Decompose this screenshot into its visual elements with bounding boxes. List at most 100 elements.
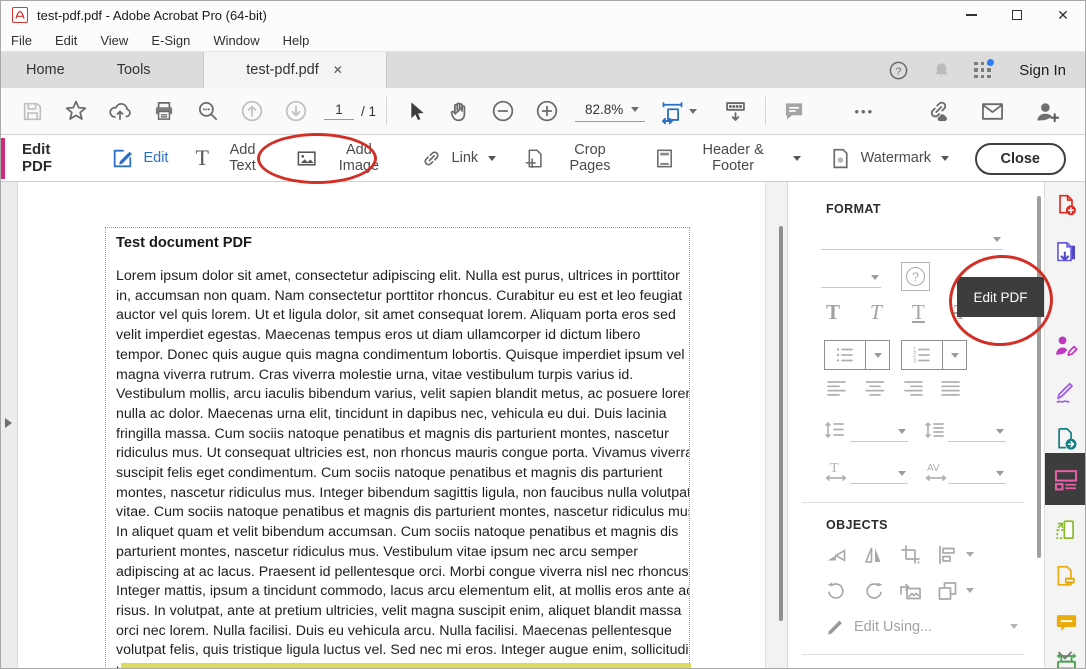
- panel-scrollbar-thumb[interactable]: [1037, 196, 1041, 558]
- rail-more-tools[interactable]: [1044, 642, 1086, 669]
- link-button[interactable]: Link: [419, 146, 497, 171]
- flip-horizontal-button[interactable]: [862, 544, 886, 566]
- zoom-out-button[interactable]: [485, 93, 521, 129]
- align-objects-dropdown[interactable]: [966, 552, 974, 557]
- replace-image-button[interactable]: [898, 580, 924, 602]
- bulleted-list-icon[interactable]: [825, 341, 865, 369]
- scrollbar-thumb[interactable]: [779, 226, 783, 621]
- link-cloud-icon: [925, 98, 952, 125]
- comment-document-tool[interactable]: [1045, 553, 1086, 599]
- document-page[interactable]: Test document PDF Lorem ipsum dolor sit …: [18, 182, 765, 669]
- export-pdf-tool[interactable]: [1045, 229, 1086, 275]
- edit-pdf-toolbar: Edit PDF Edit T Add Text Add Image Link …: [0, 135, 1086, 182]
- share-cloud-button[interactable]: [102, 93, 138, 129]
- numbered-list-icon[interactable]: 123: [902, 341, 942, 369]
- comment-tool[interactable]: [1045, 599, 1086, 645]
- align-objects-button[interactable]: [936, 544, 960, 566]
- underline-button[interactable]: T: [912, 300, 925, 325]
- menu-item[interactable]: E-Sign: [151, 33, 190, 48]
- font-size-dropdown[interactable]: [821, 268, 881, 288]
- star-favorite-button[interactable]: [58, 93, 94, 129]
- minus-circle-icon: [490, 98, 516, 124]
- select-tool-button[interactable]: [397, 93, 433, 129]
- edit-tool-button[interactable]: Edit: [110, 146, 168, 171]
- close-tab-icon[interactable]: ✕: [333, 63, 343, 77]
- minimize-button[interactable]: [948, 0, 994, 30]
- rotate-clockwise-button[interactable]: [862, 580, 886, 602]
- comment-button[interactable]: [776, 93, 812, 129]
- crop-object-button[interactable]: [900, 544, 922, 566]
- menu-item[interactable]: Window: [213, 33, 259, 48]
- document-text-block[interactable]: Test document PDF Lorem ipsum dolor sit …: [105, 227, 690, 669]
- page-display-button[interactable]: [717, 93, 753, 129]
- sign-in-button[interactable]: Sign In: [1013, 62, 1066, 79]
- add-text-button[interactable]: T Add Text: [195, 142, 268, 174]
- arrange-objects-button[interactable]: [936, 580, 960, 602]
- zoom-level-control[interactable]: 82.8%: [575, 100, 645, 122]
- menu-item[interactable]: View: [100, 33, 128, 48]
- horizontal-scale-dropdown[interactable]: [850, 464, 908, 484]
- share-link-button[interactable]: [920, 94, 956, 130]
- search-button[interactable]: [190, 93, 226, 129]
- numbered-list-dropdown[interactable]: [942, 341, 966, 369]
- format-help-button[interactable]: ?: [901, 262, 930, 291]
- nav-tab[interactable]: Tools: [91, 52, 177, 88]
- notifications-bell-icon[interactable]: [931, 60, 952, 81]
- more-tools-button[interactable]: •••: [846, 93, 882, 129]
- header-footer-button[interactable]: Header & Footer: [653, 142, 801, 174]
- close-edit-pdf-button[interactable]: Close: [975, 143, 1067, 175]
- send-email-button[interactable]: [974, 94, 1010, 130]
- edit-pdf-tool-icon-holder[interactable]: [1045, 457, 1086, 503]
- export-share-tool[interactable]: [1045, 415, 1086, 461]
- zoom-in-button[interactable]: [529, 93, 565, 129]
- expand-left-panel-icon[interactable]: [5, 418, 12, 428]
- nav-tab[interactable]: Home: [0, 52, 91, 88]
- line-spacing-dropdown[interactable]: [850, 422, 908, 442]
- font-family-dropdown[interactable]: [821, 230, 1003, 250]
- next-page-button[interactable]: [278, 93, 314, 129]
- help-icon[interactable]: ?: [888, 60, 909, 81]
- numbered-list-control[interactable]: 123: [901, 340, 967, 370]
- character-spacing-dropdown[interactable]: [948, 464, 1006, 484]
- bulleted-list-dropdown[interactable]: [865, 341, 889, 369]
- edit-using-button[interactable]: Edit Using...: [854, 619, 932, 635]
- tools-rail: [1044, 182, 1086, 669]
- align-right-button[interactable]: [902, 380, 924, 397]
- apps-grid-icon[interactable]: [974, 62, 991, 79]
- menu-item[interactable]: Edit: [55, 33, 77, 48]
- watermark-button[interactable]: Watermark: [828, 146, 949, 171]
- print-button[interactable]: [146, 93, 182, 129]
- arrange-objects-dropdown[interactable]: [966, 588, 974, 593]
- panel-divider: [802, 654, 1024, 655]
- close-window-button[interactable]: ✕: [1040, 0, 1086, 30]
- fill-sign-tool[interactable]: [1045, 368, 1086, 414]
- flip-vertical-button[interactable]: [824, 544, 848, 566]
- rotate-counterclockwise-button[interactable]: [824, 580, 848, 602]
- page-number-input[interactable]: 1: [324, 102, 354, 120]
- align-center-button[interactable]: [864, 380, 886, 397]
- crop-pages-tool[interactable]: [1045, 507, 1086, 553]
- crop-pages-button[interactable]: Crop Pages: [523, 142, 625, 174]
- document-scrollbar[interactable]: [765, 182, 787, 669]
- hand-tool-button[interactable]: [441, 93, 477, 129]
- bulleted-list-control[interactable]: [824, 340, 890, 370]
- request-signatures-tool[interactable]: [1045, 322, 1086, 368]
- align-left-button[interactable]: [826, 380, 848, 397]
- export-pdf-icon: [1054, 240, 1079, 265]
- create-pdf-tool[interactable]: [1045, 182, 1086, 228]
- fit-width-button[interactable]: [655, 93, 701, 129]
- menu-item[interactable]: Help: [283, 33, 310, 48]
- acrobat-app-icon: [12, 7, 28, 23]
- previous-page-button[interactable]: [234, 93, 270, 129]
- edit-using-dropdown[interactable]: [1010, 624, 1018, 629]
- paragraph-spacing-dropdown[interactable]: [948, 422, 1006, 442]
- request-signature-button[interactable]: [1028, 94, 1064, 130]
- italic-button[interactable]: T: [870, 300, 882, 325]
- save-button[interactable]: [14, 93, 50, 129]
- menu-item[interactable]: File: [11, 33, 32, 48]
- maximize-button[interactable]: [994, 0, 1040, 30]
- document-tab[interactable]: test-pdf.pdf ✕: [203, 52, 387, 88]
- add-image-button[interactable]: Add Image: [295, 142, 391, 174]
- align-justify-button[interactable]: [939, 380, 961, 397]
- bold-button[interactable]: T: [826, 300, 840, 325]
